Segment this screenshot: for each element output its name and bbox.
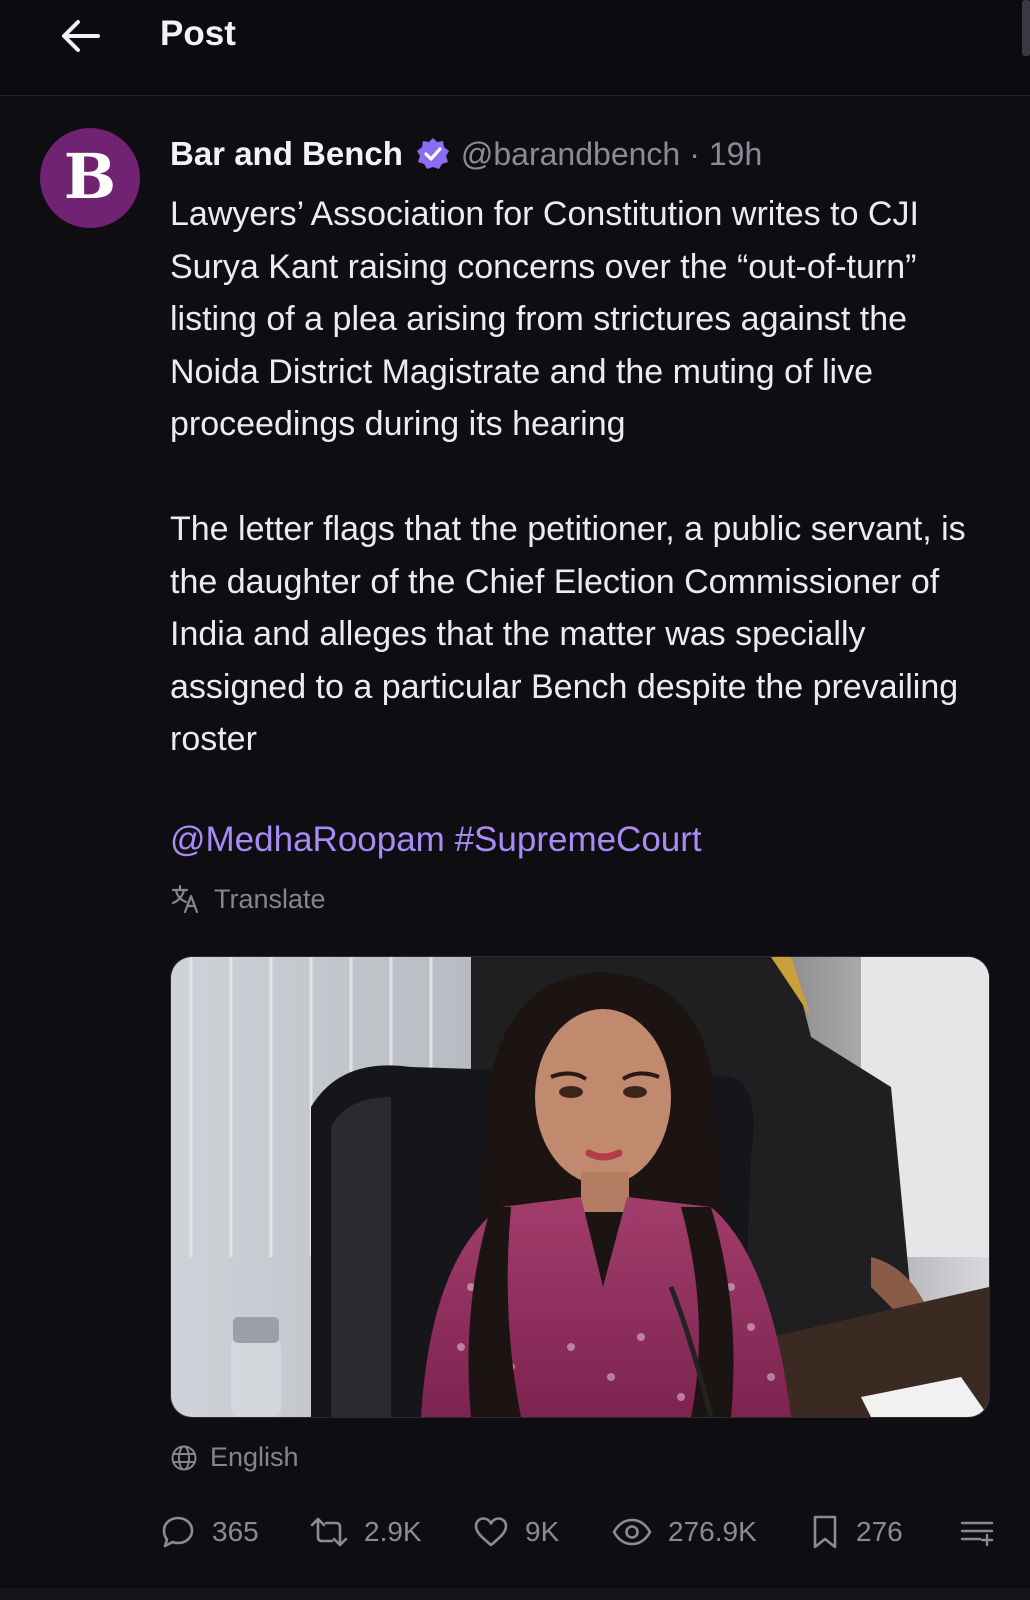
avatar[interactable]: B bbox=[40, 128, 140, 228]
language-label: English bbox=[210, 1442, 299, 1472]
bookmark-count: 276 bbox=[856, 1516, 903, 1547]
reply-icon bbox=[162, 1516, 194, 1548]
author-name[interactable]: Bar and Bench bbox=[170, 135, 403, 173]
repost-count: 2.9K bbox=[364, 1516, 422, 1547]
back-arrow-icon bbox=[62, 20, 100, 52]
action-bar: 365 2.9K 9K 276.9K 276 bbox=[160, 1508, 1020, 1558]
bookmark-icon bbox=[813, 1515, 837, 1549]
page-title: Post bbox=[160, 14, 236, 53]
like-button[interactable]: 9K bbox=[473, 1508, 559, 1556]
reply-count: 365 bbox=[212, 1516, 259, 1547]
verified-badge-icon bbox=[416, 138, 449, 169]
mention-link[interactable]: @MedhaRoopam bbox=[170, 820, 445, 859]
repost-button[interactable]: 2.9K bbox=[310, 1508, 422, 1556]
bookmark-button[interactable]: 276 bbox=[810, 1508, 903, 1556]
views-button[interactable]: 276.9K bbox=[612, 1508, 757, 1556]
globe-icon bbox=[171, 1445, 197, 1470]
divider bbox=[0, 1588, 1030, 1600]
post-paragraph-2: The letter flags that the petitioner, a … bbox=[170, 510, 966, 758]
post-links: @MedhaRoopam #SupremeCourt bbox=[170, 820, 702, 860]
photo-of-woman-at-desk bbox=[171, 957, 989, 1417]
translate-label: Translate bbox=[214, 883, 326, 914]
post-header: Bar and Bench @barandbench · 19h bbox=[170, 132, 762, 176]
language-indicator: English bbox=[170, 1442, 299, 1473]
back-button[interactable] bbox=[58, 18, 102, 54]
repost-icon bbox=[310, 1517, 348, 1547]
post-image[interactable] bbox=[170, 956, 990, 1418]
more-options-icon bbox=[960, 1521, 994, 1547]
post-body: Lawyers’ Association for Constitution wr… bbox=[170, 188, 990, 766]
like-count: 9K bbox=[525, 1516, 560, 1547]
svg-text:B: B bbox=[64, 140, 116, 213]
hashtag-link[interactable]: #SupremeCourt bbox=[455, 820, 702, 859]
separator: · bbox=[689, 135, 700, 172]
author-handle[interactable]: @barandbench bbox=[461, 136, 680, 173]
scrollbar[interactable] bbox=[1022, 0, 1030, 56]
more-options-button[interactable] bbox=[960, 1508, 1010, 1556]
post-timestamp[interactable]: 19h bbox=[709, 136, 762, 173]
reply-button[interactable]: 365 bbox=[160, 1508, 259, 1556]
views-count: 276.9K bbox=[668, 1516, 757, 1547]
views-icon bbox=[612, 1518, 652, 1546]
top-bar: Post bbox=[0, 0, 1030, 96]
avatar-logo: B bbox=[64, 140, 116, 213]
translate-button[interactable]: Translate bbox=[170, 883, 326, 915]
post-paragraph-1: Lawyers’ Association for Constitution wr… bbox=[170, 195, 919, 443]
like-icon bbox=[474, 1517, 508, 1547]
translate-icon bbox=[171, 884, 199, 914]
